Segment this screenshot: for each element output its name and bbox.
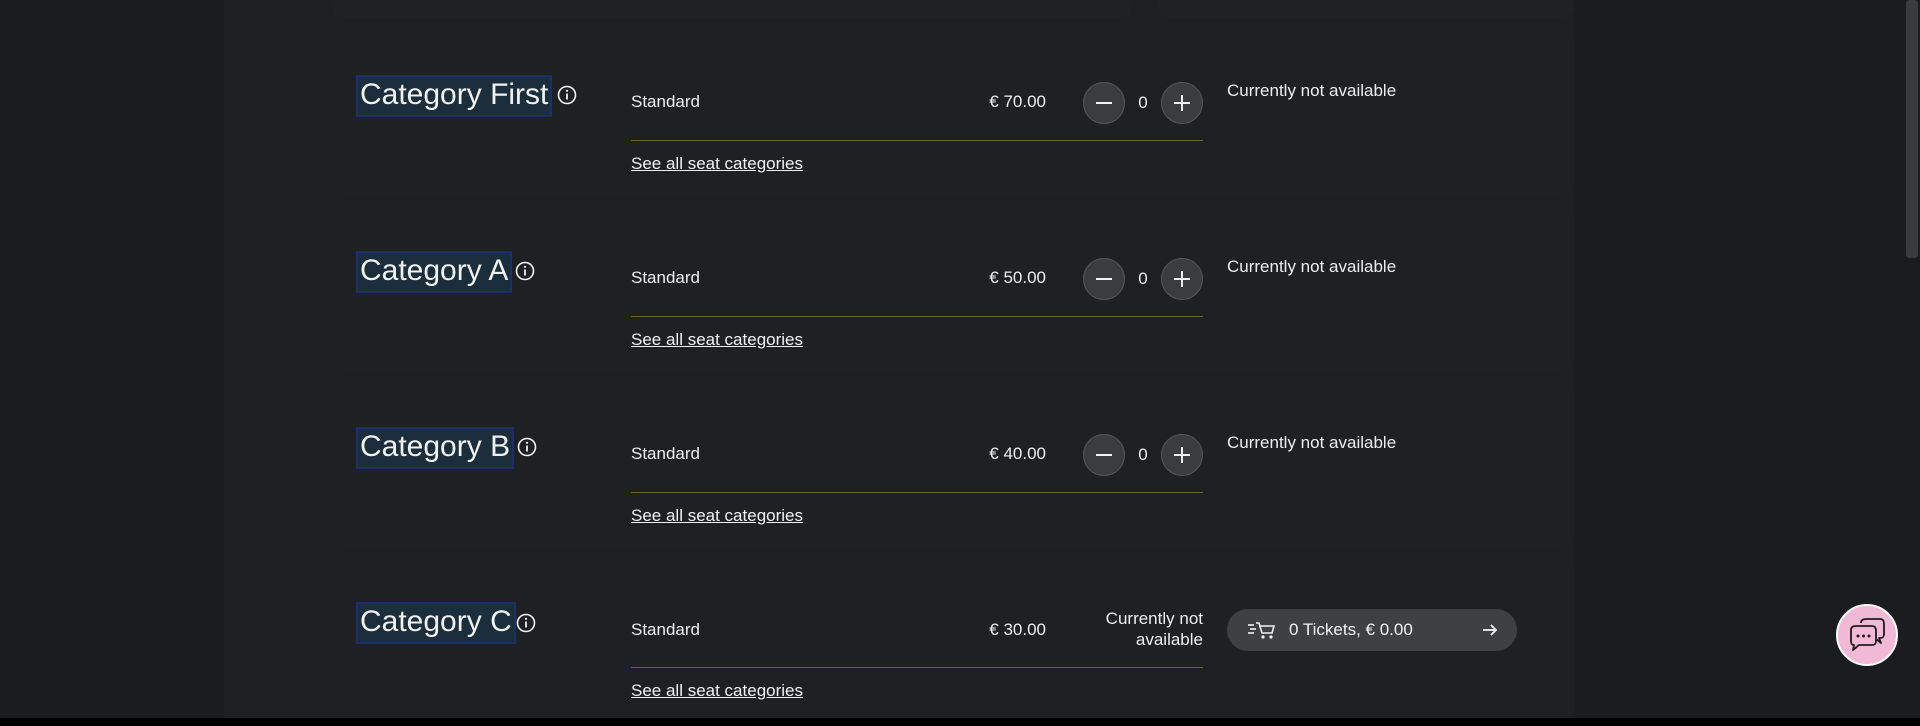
minus-icon xyxy=(1096,454,1112,456)
minus-icon xyxy=(1096,278,1112,280)
increase-quantity-button[interactable] xyxy=(1161,434,1203,476)
category-title: Category First xyxy=(355,75,553,117)
plus-icon xyxy=(1174,95,1190,111)
scrollbar-thumb[interactable] xyxy=(1906,0,1918,258)
divider xyxy=(631,667,1203,668)
decrease-quantity-button[interactable] xyxy=(1083,82,1125,124)
availability-status-line: available xyxy=(1135,630,1203,649)
info-icon[interactable] xyxy=(516,613,536,633)
availability-status: Currently not available xyxy=(1227,257,1397,276)
see-all-seat-categories-link[interactable]: See all seat categories xyxy=(631,681,803,701)
minus-icon xyxy=(1096,102,1112,104)
divider xyxy=(631,316,1203,317)
decrease-quantity-button[interactable] xyxy=(1083,258,1125,300)
chat-bubbles-icon xyxy=(1850,618,1885,651)
ticket-category-card xyxy=(332,384,1574,546)
increase-quantity-button[interactable] xyxy=(1161,258,1203,300)
ticket-type-label: Standard xyxy=(631,444,700,463)
ticket-price: € 40.00 xyxy=(989,444,1046,463)
see-all-seat-categories-link[interactable]: See all seat categories xyxy=(631,154,803,174)
plus-icon xyxy=(1174,447,1190,463)
plus-icon xyxy=(1174,271,1190,287)
availability-status: Currently not available xyxy=(1080,608,1203,650)
info-icon[interactable] xyxy=(515,261,535,281)
quantity-value: 0 xyxy=(1138,269,1148,288)
cart-speed-icon xyxy=(1248,622,1275,639)
category-title: Category B xyxy=(355,427,515,469)
divider xyxy=(631,492,1203,493)
ticket-price: € 50.00 xyxy=(989,268,1046,287)
ticket-price: € 70.00 xyxy=(989,92,1046,111)
cart-summary-button[interactable]: 0 Tickets, € 0.00 xyxy=(1227,609,1517,651)
see-all-seat-categories-link[interactable]: See all seat categories xyxy=(631,506,803,526)
availability-status: Currently not available xyxy=(1227,433,1397,452)
ticket-type-label: Standard xyxy=(631,268,700,287)
increase-quantity-button[interactable] xyxy=(1161,82,1203,124)
divider xyxy=(631,140,1203,141)
quantity-value: 0 xyxy=(1138,445,1148,464)
chat-button[interactable] xyxy=(1836,604,1898,666)
category-title: Category C xyxy=(356,602,516,644)
availability-status-line: Currently not xyxy=(1105,609,1203,628)
ticket-type-label: Standard xyxy=(631,92,700,111)
bottom-bar xyxy=(0,718,1920,726)
arrow-right-icon xyxy=(1483,624,1498,636)
quantity-value: 0 xyxy=(1138,93,1148,112)
cart-summary-label: 0 Tickets, € 0.00 xyxy=(1289,620,1413,639)
ticket-category-card xyxy=(332,208,1574,370)
see-all-seat-categories-link[interactable]: See all seat categories xyxy=(631,330,803,350)
ticket-type-label: Standard xyxy=(631,620,700,639)
decrease-quantity-button[interactable] xyxy=(1083,434,1125,476)
previous-card-edge xyxy=(332,0,1574,18)
availability-status: Currently not available xyxy=(1227,81,1397,100)
info-icon[interactable] xyxy=(517,437,537,457)
category-title: Category A xyxy=(355,251,513,293)
ticket-price: € 30.00 xyxy=(989,620,1046,639)
info-icon[interactable] xyxy=(557,85,577,105)
